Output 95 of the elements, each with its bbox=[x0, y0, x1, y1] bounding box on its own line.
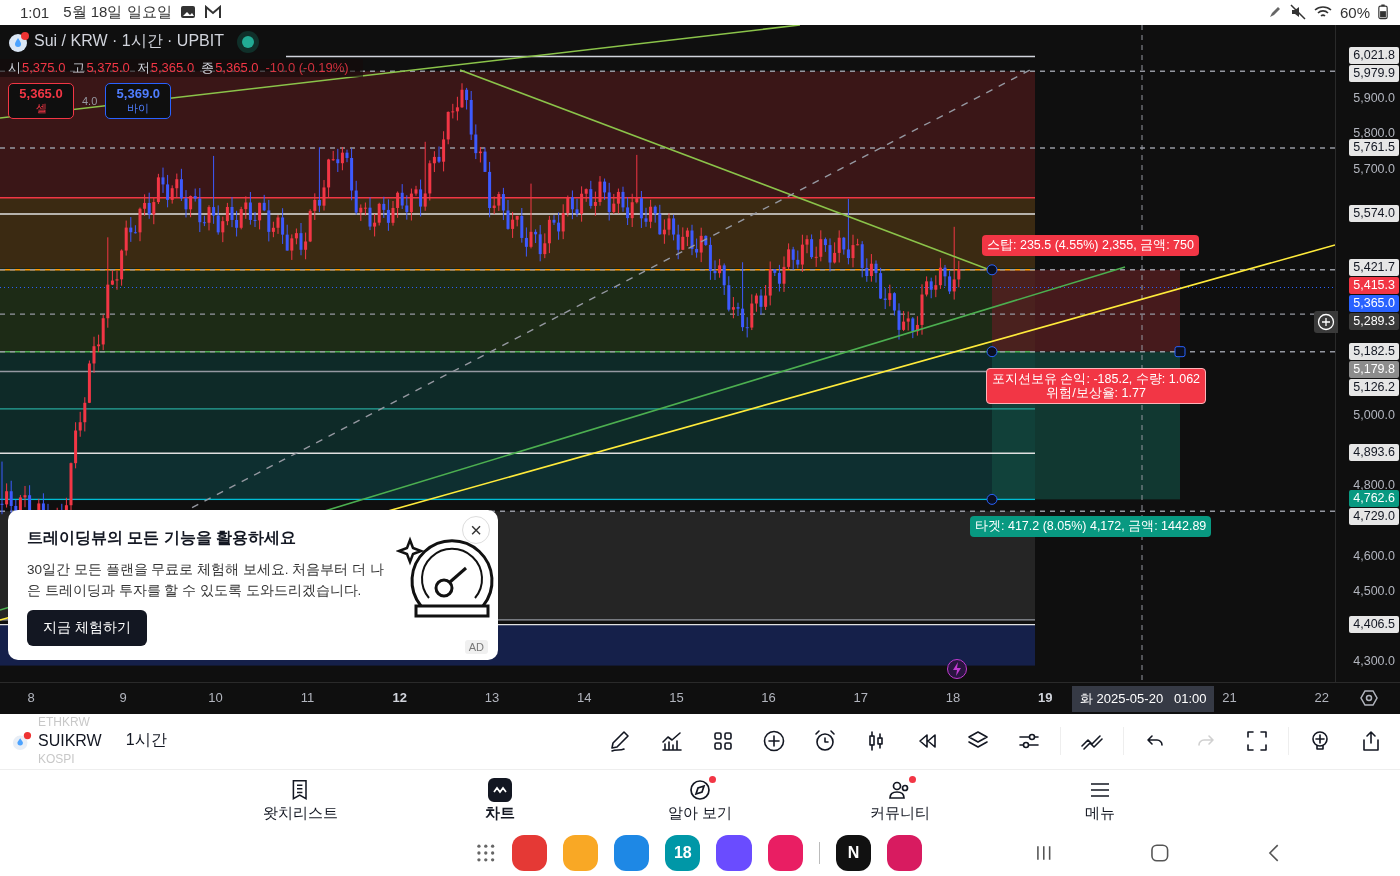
price-marker: 5,126.2 bbox=[1349, 378, 1399, 396]
wifi-icon bbox=[1313, 5, 1332, 20]
ohlc-value: 5,375.0 bbox=[22, 60, 66, 76]
lightning-icon[interactable] bbox=[946, 657, 968, 680]
promo-body: 30일간 모든 플랜을 무료로 체험해 보세요. 처음부터 더 나은 트레이딩과 투자를 할 수 있도록 도와드리겠습니다. bbox=[27, 560, 385, 600]
mute-icon bbox=[1289, 4, 1306, 21]
pen-icon bbox=[1267, 5, 1282, 20]
price-tick: 5,000.0 bbox=[1352, 406, 1396, 424]
plus-icon bbox=[1317, 312, 1335, 331]
ohlc-label: 종 bbox=[201, 58, 215, 77]
price-marker: 5,179.8 bbox=[1349, 360, 1399, 378]
time-tick: 22 bbox=[1313, 689, 1331, 705]
time-tick: 11 bbox=[299, 689, 316, 705]
price-marker: 4,406.5 bbox=[1349, 615, 1399, 633]
app-icon[interactable]: 18 bbox=[665, 835, 701, 872]
crosshair-time-label: 화 2025-05-20 01:00 bbox=[1072, 685, 1215, 712]
time-tick: 10 bbox=[207, 689, 224, 705]
price-marker: 5,574.0 bbox=[1349, 204, 1399, 222]
price-tick: 5,900.0 bbox=[1352, 90, 1396, 108]
time-tick: 14 bbox=[575, 689, 593, 705]
close-button[interactable]: × bbox=[462, 515, 490, 544]
price-marker: 5,979.9 bbox=[1349, 65, 1399, 83]
target-label: 타겟: 417.2 (8.05%) 4,172, 금액: 1442.89 bbox=[970, 515, 1212, 537]
interval-selector[interactable]: 1시간 bbox=[125, 730, 167, 752]
chart-icon bbox=[488, 777, 512, 802]
add-price-button[interactable] bbox=[1314, 310, 1338, 333]
time-tick: 21 bbox=[1221, 689, 1238, 705]
nav-tab[interactable]: 차트 bbox=[400, 770, 600, 831]
plus-icon[interactable] bbox=[762, 728, 786, 753]
coin-logo-icon bbox=[12, 730, 32, 751]
price-marker: 5,761.5 bbox=[1349, 139, 1399, 156]
symbol-title[interactable]: Sui / KRW · 1시간 · UPBIT bbox=[34, 31, 224, 53]
app-icon[interactable]: N bbox=[835, 835, 872, 872]
battery-icon bbox=[1378, 4, 1388, 21]
ohlc-label: 고 bbox=[72, 58, 86, 77]
promo-title: 트레이딩뷰의 모든 기능을 활용하세요 bbox=[27, 527, 296, 548]
sell-button[interactable]: 5,365.0 셀 bbox=[8, 82, 74, 119]
crosshair-price-label: 5,289.3 bbox=[1349, 312, 1399, 330]
nav-tab[interactable]: 알아 보기 bbox=[600, 770, 800, 831]
home-icon[interactable] bbox=[1149, 843, 1170, 864]
battery-percent: 60% bbox=[1339, 4, 1370, 21]
gallery-icon bbox=[179, 4, 196, 21]
status-time: 1:01 bbox=[20, 4, 50, 21]
ohlc-label: 시 bbox=[8, 58, 21, 77]
time-tick: 9 bbox=[118, 689, 128, 705]
ohlc-value: 5,365.0 bbox=[215, 60, 259, 76]
price-marker: 4,893.6 bbox=[1349, 444, 1399, 462]
time-tick: 17 bbox=[852, 689, 870, 705]
price-marker: 6,021.8 bbox=[1349, 47, 1399, 65]
full-icon[interactable] bbox=[1245, 728, 1269, 753]
mail-icon bbox=[203, 5, 222, 20]
price-tick: 5,800.0 bbox=[1352, 125, 1396, 142]
symbol-selector[interactable]: SUIKRW bbox=[38, 729, 102, 752]
ohlc-value: 5,365.0 bbox=[150, 60, 195, 76]
price-marker: 5,365.0 bbox=[1349, 294, 1399, 312]
price-tick: 4,800.0 bbox=[1352, 477, 1396, 493]
price-tick: 4,300.0 bbox=[1352, 653, 1396, 670]
price-marker: 5,421.7 bbox=[1349, 258, 1399, 276]
nav-tab[interactable]: 커뮤니티 bbox=[800, 770, 1000, 831]
spread-value: 4.0 bbox=[82, 94, 98, 107]
price-marker: 5,182.5 bbox=[1349, 342, 1399, 360]
time-tick: 13 bbox=[483, 689, 501, 705]
app-icon[interactable] bbox=[716, 835, 752, 872]
time-tick: 15 bbox=[668, 689, 685, 705]
alarm-icon[interactable] bbox=[813, 728, 837, 753]
app-icon[interactable] bbox=[887, 835, 923, 872]
try-now-button[interactable]: 지금 체험하기 bbox=[27, 609, 147, 646]
price-marker: 5,415.3 bbox=[1349, 276, 1399, 294]
compass-icon bbox=[688, 777, 712, 802]
price-change: -10.0 (-0.19%) bbox=[265, 60, 349, 76]
nav-tab[interactable]: 메뉴 bbox=[1000, 770, 1200, 831]
price-tick: 4,500.0 bbox=[1352, 582, 1396, 600]
time-tick: 19 bbox=[1036, 689, 1054, 705]
app-icon[interactable] bbox=[614, 835, 650, 872]
price-marker: 4,729.0 bbox=[1349, 508, 1399, 526]
price-tick: 5,700.0 bbox=[1352, 160, 1396, 178]
settings-icon[interactable] bbox=[1360, 688, 1378, 707]
app-drawer-icon[interactable] bbox=[476, 843, 496, 864]
coin-logo-icon bbox=[8, 30, 30, 53]
ad-badge: AD bbox=[464, 639, 488, 654]
stop-label: 스탑: 235.5 (4.55%) 2,355, 금액: 750 bbox=[982, 234, 1199, 256]
position-pnl-label: 포지션보유 손익: -185.2, 수량: 1.062 위험/보상율: 1.77 bbox=[986, 367, 1207, 404]
ohlc-label: 저 bbox=[136, 58, 150, 77]
price-tick: 4,600.0 bbox=[1352, 547, 1396, 565]
nav-tab[interactable]: 왓치리스트 bbox=[200, 770, 400, 831]
app-icon[interactable] bbox=[511, 835, 547, 872]
time-tick: 16 bbox=[760, 689, 777, 705]
app-icon[interactable] bbox=[767, 835, 803, 872]
status-date: 5월 18일 일요일 bbox=[63, 3, 172, 22]
time-tick: 8 bbox=[26, 689, 36, 705]
ohlc-value: 5,375.0 bbox=[86, 60, 130, 76]
price-marker: 4,762.6 bbox=[1349, 490, 1399, 508]
time-tick: 18 bbox=[944, 689, 962, 705]
time-tick: 12 bbox=[391, 689, 409, 705]
buy-button[interactable]: 5,369.0 바이 bbox=[105, 82, 172, 119]
